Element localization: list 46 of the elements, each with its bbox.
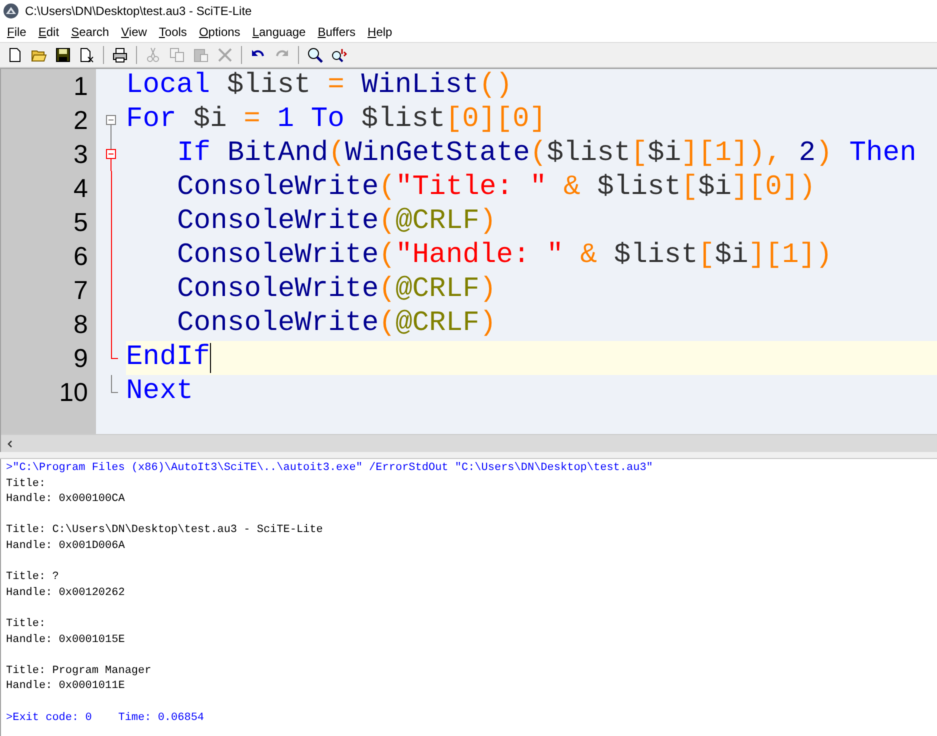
- line-number: 4: [72, 172, 89, 204]
- scroll-left-icon[interactable]: [6, 440, 14, 448]
- output-line: >Exit code: 0 Time: 0.06854: [6, 710, 206, 726]
- window-title: C:\Users\DN\Desktop\test.au3 - SciTE-Lite: [25, 4, 252, 18]
- code-line: For $i = 1 To $list[0][0]: [126, 103, 546, 137]
- menu-item[interactable]: Buffers: [312, 25, 362, 39]
- menu-item[interactable]: Help: [362, 25, 398, 39]
- output-line: Handle: 0x001D006A: [6, 538, 126, 554]
- code-line: ConsoleWrite(@CRLF): [176, 273, 496, 307]
- code-line: Local $list = WinList(): [126, 69, 512, 103]
- fold-marker-icon[interactable]: [104, 137, 118, 171]
- menu-item[interactable]: Tools: [152, 25, 193, 39]
- menu-item[interactable]: File: [1, 25, 32, 39]
- code-line: EndIf: [126, 341, 212, 375]
- line-number: 9: [72, 342, 89, 374]
- code-line: ConsoleWrite("Title: " & $list[$i][0]): [176, 171, 816, 205]
- menu-item[interactable]: Edit: [32, 25, 66, 39]
- line-number: 6: [72, 240, 89, 272]
- output-line: >"C:\Program Files (x86)\AutoIt3\SciTE\..\autoit3.exe" /ErrorStdOut "C:\Users\DN\Desktop\test.au3": [6, 461, 654, 476]
- output-line: Title: Program Manager: [6, 664, 152, 679]
- output-line: Handle: 0x0001011E: [6, 679, 126, 694]
- output-line: Handle: 0x000100CA: [6, 492, 126, 508]
- line-number: 2: [72, 104, 89, 136]
- line-number: 7: [72, 274, 89, 306]
- code-line: ConsoleWrite(@CRLF): [176, 205, 496, 239]
- output-line: Title:: [6, 616, 47, 632]
- menu-item[interactable]: Language: [246, 25, 312, 39]
- output-line: Handle: 0x00120262: [6, 586, 126, 601]
- code-line: ConsoleWrite(@CRLF): [176, 307, 496, 341]
- line-number: 5: [72, 206, 89, 238]
- menu-item[interactable]: Search: [65, 25, 116, 39]
- line-number: 1: [72, 70, 89, 102]
- horizontal-scrollbar[interactable]: [1, 434, 937, 452]
- line-number: 10: [58, 376, 89, 408]
- menu-item[interactable]: View: [115, 25, 153, 39]
- line-number: 8: [72, 308, 89, 340]
- menu-item[interactable]: Options: [192, 25, 246, 39]
- code-line: ConsoleWrite("Handle: " & $list[$i][1]): [176, 239, 832, 273]
- output-line: Title: C:\Users\DN\Desktop\test.au3 - SciTE-Lite: [6, 523, 324, 538]
- output-line: Title:: [6, 476, 47, 492]
- output-line: Handle: 0x0001015E: [6, 632, 126, 648]
- output-line: Title: ?: [6, 570, 60, 586]
- line-number: 3: [72, 138, 89, 170]
- code-line: Next: [126, 375, 194, 409]
- code-line: If BitAnd(WinGetState($list[$i][1]), 2) Then: [176, 137, 916, 171]
- app-icon: [3, 3, 19, 19]
